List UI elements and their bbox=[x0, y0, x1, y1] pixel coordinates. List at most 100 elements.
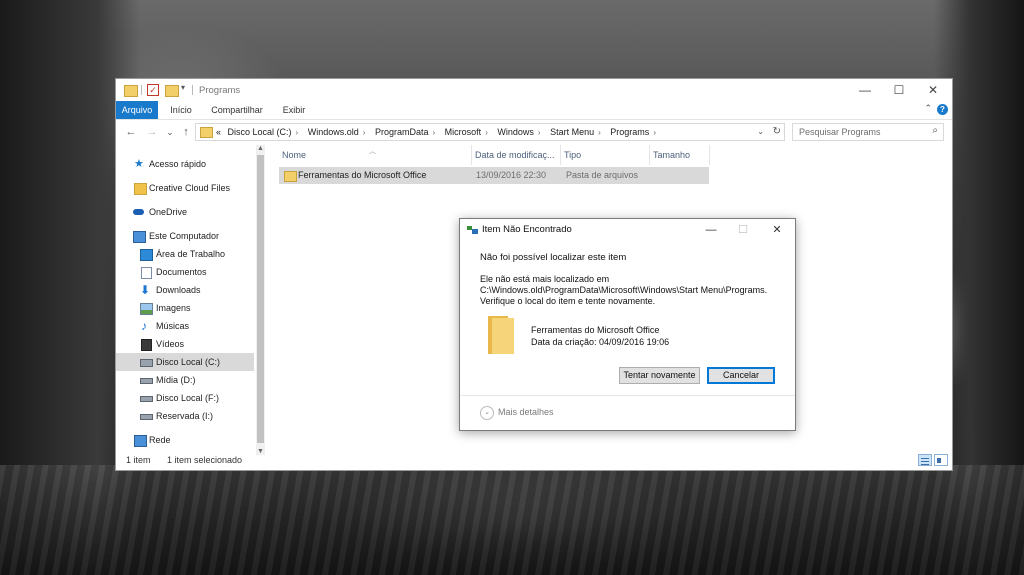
message-line: Ele não está mais localizado em bbox=[480, 274, 610, 284]
more-details-link[interactable]: Mais detalhes bbox=[498, 407, 554, 417]
refresh-icon[interactable]: ↻ bbox=[773, 124, 781, 140]
ribbon-tabs: Arquivo Início Compartilhar Exibir ⌃ ? bbox=[116, 101, 952, 120]
dialog-heading: Não foi possível localizar este item bbox=[480, 252, 627, 263]
chevron-right-icon[interactable]: › bbox=[538, 128, 541, 137]
tab-inicio[interactable]: Início bbox=[166, 101, 196, 119]
cloud-icon bbox=[133, 209, 144, 215]
breadcrumb-item[interactable]: Microsoft bbox=[445, 127, 482, 137]
dialog-minimize-button[interactable]: — bbox=[697, 222, 725, 238]
chevron-right-icon[interactable]: › bbox=[485, 128, 488, 137]
navigation-bar: ← → ⌄ ↑ « Disco Local (C:) › Windows.old ›… bbox=[116, 121, 952, 143]
music-icon: ♪ bbox=[141, 319, 147, 333]
large-icons-view-button[interactable] bbox=[934, 454, 948, 466]
sidebar-item-area-de-trabalho[interactable]: Área de Trabalho bbox=[116, 245, 254, 263]
row-modified: 13/09/2016 22:30 bbox=[476, 170, 547, 180]
cancel-button[interactable]: Cancelar bbox=[707, 367, 775, 384]
sidebar-item-musicas[interactable]: ♪ Músicas bbox=[116, 317, 254, 335]
breadcrumb-item[interactable]: Windows.old bbox=[308, 127, 359, 137]
folder-icon bbox=[488, 316, 514, 354]
breadcrumb-item[interactable]: Disco Local (C:) bbox=[228, 127, 292, 137]
close-button[interactable]: ✕ bbox=[916, 81, 950, 99]
breadcrumb-item[interactable]: ProgramData bbox=[375, 127, 429, 137]
dialog-close-button[interactable]: ✕ bbox=[763, 222, 791, 238]
drive-icon bbox=[140, 414, 153, 420]
column-header-tamanho[interactable]: Tamanho bbox=[650, 145, 710, 165]
sidebar-item-label: Mídia (D:) bbox=[156, 375, 196, 385]
separator bbox=[141, 85, 142, 95]
sidebar-item-acesso-rapido[interactable]: ★ Acesso rápido bbox=[116, 155, 254, 173]
sidebar-item-label: OneDrive bbox=[149, 207, 188, 217]
sidebar-item-label: Creative Cloud Files bbox=[149, 183, 231, 193]
sidebar-item-imagens[interactable]: Imagens bbox=[116, 299, 254, 317]
scroll-up-icon[interactable]: ▲ bbox=[256, 145, 265, 152]
sidebar-item-disco-local-f[interactable]: Disco Local (F:) bbox=[116, 389, 254, 407]
title-bar[interactable]: ✓ ▾ Programs — ☐ ✕ bbox=[116, 79, 952, 101]
navigation-scrollbar[interactable]: ▲ ▼ bbox=[256, 145, 265, 455]
help-icon[interactable]: ? bbox=[937, 104, 948, 115]
drive-icon bbox=[140, 396, 153, 402]
sidebar-item-onedrive[interactable]: OneDrive bbox=[116, 203, 254, 221]
chevron-right-icon[interactable]: › bbox=[363, 128, 366, 137]
column-header-tipo[interactable]: Tipo bbox=[561, 145, 650, 165]
sidebar-item-midia-d[interactable]: Mídia (D:) bbox=[116, 371, 254, 389]
column-header-data[interactable]: Data de modificaç... bbox=[472, 145, 561, 165]
breadcrumb-item[interactable]: Windows bbox=[497, 127, 534, 137]
up-button[interactable]: ↑ bbox=[179, 124, 193, 140]
sidebar-item-label: Acesso rápido bbox=[149, 159, 207, 169]
table-row[interactable]: Ferramentas do Microsoft Office 13/09/20… bbox=[279, 167, 709, 184]
breadcrumb-item[interactable]: Start Menu bbox=[550, 127, 594, 137]
sidebar-item-disco-local-c[interactable]: Disco Local (C:) bbox=[116, 353, 254, 371]
dialog-footer: ⌄ Mais detalhes bbox=[460, 395, 795, 430]
chevron-right-icon[interactable]: › bbox=[432, 128, 435, 137]
dialog-title: Item Não Encontrado bbox=[482, 224, 572, 235]
scrollbar-thumb[interactable] bbox=[257, 155, 264, 443]
star-icon: ★ bbox=[134, 158, 144, 170]
breadcrumb-overflow[interactable]: « bbox=[216, 127, 221, 137]
sidebar-item-reservada-i[interactable]: Reservada (I:) bbox=[116, 407, 254, 425]
dialog-maximize-button[interactable]: ☐ bbox=[729, 222, 757, 238]
retry-button[interactable]: Tentar novamente bbox=[619, 367, 700, 384]
item-name: Ferramentas do Microsoft Office bbox=[531, 325, 660, 335]
sidebar-item-este-computador[interactable]: Este Computador bbox=[116, 227, 254, 245]
sidebar-item-label: Músicas bbox=[156, 321, 190, 331]
row-type: Pasta de arquivos bbox=[566, 170, 639, 180]
column-header-nome[interactable]: Nome ︿ bbox=[279, 145, 472, 165]
sidebar-item-videos[interactable]: Vídeos bbox=[116, 335, 254, 353]
message-line: Verifique o local do item e tente novame… bbox=[480, 296, 656, 306]
sort-ascending-icon: ︿ bbox=[369, 148, 376, 155]
back-button[interactable]: ← bbox=[124, 124, 138, 140]
item-not-found-dialog: Item Não Encontrado — ☐ ✕ Não foi possív… bbox=[459, 218, 796, 431]
details-view-button[interactable] bbox=[918, 454, 932, 466]
computer-icon bbox=[133, 231, 146, 243]
sidebar-item-label: Imagens bbox=[156, 303, 191, 313]
forward-button[interactable]: → bbox=[145, 124, 159, 140]
properties-icon[interactable]: ✓ bbox=[147, 84, 159, 96]
tab-exibir[interactable]: Exibir bbox=[280, 101, 308, 119]
breadcrumb-item[interactable]: Programs bbox=[610, 127, 649, 137]
row-name: Ferramentas do Microsoft Office bbox=[298, 170, 427, 180]
chevron-right-icon[interactable]: › bbox=[296, 128, 299, 137]
customize-toolbar-icon[interactable]: ▾ bbox=[181, 83, 185, 95]
status-selection: 1 item selecionado bbox=[167, 455, 243, 465]
chevron-right-icon[interactable]: › bbox=[653, 128, 656, 137]
minimize-button[interactable]: — bbox=[848, 81, 882, 99]
sidebar-item-creative-cloud[interactable]: Creative Cloud Files bbox=[116, 179, 254, 197]
new-folder-icon[interactable] bbox=[165, 85, 179, 97]
recent-locations-button[interactable]: ⌄ bbox=[163, 124, 177, 140]
chevron-right-icon[interactable]: › bbox=[598, 128, 601, 137]
address-bar[interactable]: « Disco Local (C:) › Windows.old › Program… bbox=[195, 123, 785, 141]
tab-compartilhar[interactable]: Compartilhar bbox=[207, 101, 267, 119]
message-path: C:\Windows.old\ProgramData\Microsoft\Win… bbox=[480, 285, 768, 295]
address-dropdown-icon[interactable]: ⌄ bbox=[757, 124, 764, 140]
maximize-button[interactable]: ☐ bbox=[882, 81, 916, 99]
chevron-down-icon[interactable]: ⌄ bbox=[480, 406, 494, 420]
search-icon[interactable]: ⌕ bbox=[932, 125, 938, 136]
search-placeholder: Pesquisar Programs bbox=[799, 127, 881, 137]
search-input[interactable]: Pesquisar Programs ⌕ bbox=[792, 123, 944, 141]
app-icon bbox=[467, 226, 478, 234]
sidebar-item-documentos[interactable]: Documentos bbox=[116, 263, 254, 281]
tab-arquivo[interactable]: Arquivo bbox=[116, 101, 158, 119]
sidebar-item-downloads[interactable]: ⬇ Downloads bbox=[116, 281, 254, 299]
expand-ribbon-icon[interactable]: ⌃ bbox=[924, 103, 932, 114]
sidebar-item-rede[interactable]: Rede bbox=[116, 431, 254, 449]
